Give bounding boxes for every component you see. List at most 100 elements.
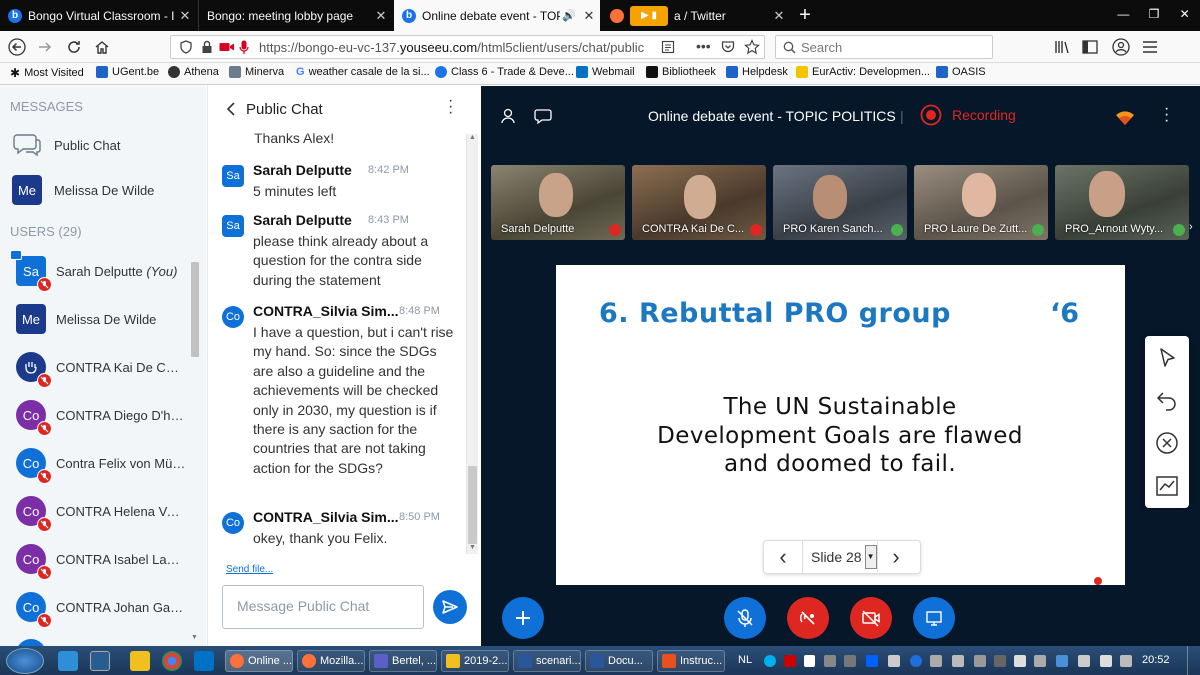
sidebar-toggle-icon[interactable] bbox=[1082, 40, 1098, 54]
dropbox-icon[interactable] bbox=[866, 655, 878, 667]
chat-title[interactable]: Public Chat bbox=[246, 101, 323, 118]
back-arrow-icon[interactable] bbox=[8, 38, 26, 56]
network-icon[interactable] bbox=[1078, 655, 1090, 667]
browser-tab[interactable]: Bongo: meeting lobby page ✕ bbox=[198, 0, 392, 31]
bookmark-most-visited[interactable]: ✱ Most Visited bbox=[10, 66, 84, 80]
bookmark-euractiv[interactable]: EurActiv: Developmen... bbox=[796, 66, 930, 78]
microphone-permission-icon[interactable] bbox=[239, 40, 249, 54]
taskbar-button-teams[interactable]: Bertel, ... bbox=[369, 650, 437, 672]
media-player-icon[interactable] bbox=[90, 651, 110, 671]
reader-view-icon[interactable] bbox=[661, 40, 675, 54]
undo-icon[interactable] bbox=[1155, 388, 1179, 412]
bookmark-athena[interactable]: Athena bbox=[168, 66, 219, 78]
taskbar-button-mozilla[interactable]: Mozilla... bbox=[297, 650, 365, 672]
unmute-button[interactable] bbox=[724, 597, 766, 639]
bookmark-bibliotheek[interactable]: Bibliotheek bbox=[646, 66, 716, 78]
new-tab-button[interactable]: + bbox=[794, 4, 816, 26]
user-list-item[interactable]: Co CONTRA Johan Garfi... bbox=[16, 592, 186, 628]
tray-app-icon[interactable] bbox=[1056, 655, 1068, 667]
bookmark-minerva[interactable]: Minerva bbox=[229, 66, 284, 78]
tray-app-icon[interactable] bbox=[888, 655, 900, 667]
webcam-tile[interactable]: PRO_Arnout Wyty... bbox=[1055, 165, 1189, 240]
user-list-item[interactable]: Co CONTRA Diego D'ho... bbox=[16, 400, 186, 436]
tray-app-icon[interactable] bbox=[1034, 655, 1046, 667]
hamburger-menu-icon[interactable] bbox=[1142, 40, 1158, 54]
user-list-item[interactable]: Co CONTRA Helena Verl... bbox=[16, 496, 186, 532]
chat-toggle-icon[interactable] bbox=[534, 108, 552, 124]
chat-message-input[interactable]: Message Public Chat bbox=[222, 585, 424, 629]
lock-icon[interactable] bbox=[201, 40, 213, 54]
user-list-item[interactable]: Me Melissa De Wilde bbox=[16, 304, 186, 334]
reload-icon[interactable] bbox=[66, 39, 82, 55]
speaker-icon[interactable]: 🔊 bbox=[562, 9, 576, 22]
tray-app-icon[interactable] bbox=[930, 655, 942, 667]
close-window-button[interactable]: ✕ bbox=[1169, 0, 1200, 31]
webcam-tile[interactable]: PRO Laure De Zutt... bbox=[914, 165, 1048, 240]
chevron-left-icon[interactable] bbox=[226, 102, 236, 116]
battery-icon[interactable] bbox=[1120, 655, 1132, 667]
chat-options-icon[interactable]: · · · bbox=[448, 93, 453, 121]
tray-app-icon[interactable] bbox=[844, 655, 856, 667]
browser-tab-active[interactable]: b Online debate event - TOPIC 🔊 ✕ bbox=[394, 0, 600, 31]
maximize-button[interactable]: ❐ bbox=[1139, 0, 1170, 31]
actions-button[interactable] bbox=[502, 597, 544, 639]
chat-scrollbar[interactable]: ▲ ▼ bbox=[466, 134, 478, 554]
send-message-button[interactable] bbox=[433, 590, 467, 624]
tray-app-icon[interactable] bbox=[952, 655, 964, 667]
url-bar[interactable]: https://bongo-eu-vc-137.youseeu.com/html… bbox=[170, 35, 765, 59]
chrome-icon[interactable] bbox=[162, 651, 182, 671]
scroll-down-icon[interactable]: ▼ bbox=[467, 544, 478, 551]
shield-icon[interactable] bbox=[179, 40, 193, 54]
clock[interactable]: 20:52 bbox=[1142, 654, 1170, 666]
user-list-item[interactable]: Co Contra Felix von Mül... bbox=[16, 448, 186, 484]
pocket-icon[interactable] bbox=[721, 40, 735, 54]
chevron-down-icon[interactable]: ▼ bbox=[864, 545, 877, 569]
minimize-button[interactable]: — bbox=[1108, 0, 1139, 31]
camera-permission-icon[interactable] bbox=[219, 41, 235, 53]
library-icon[interactable] bbox=[1054, 40, 1070, 54]
bluetooth-icon[interactable] bbox=[910, 655, 922, 667]
share-webcam-button[interactable] bbox=[850, 597, 892, 639]
tray-app-icon[interactable] bbox=[804, 655, 815, 667]
bookmark-ugent[interactable]: UGent.be bbox=[96, 66, 159, 78]
scrollbar-thumb[interactable] bbox=[191, 262, 199, 357]
taskbar-button-firefox[interactable]: Online ... bbox=[225, 650, 293, 672]
clear-annotations-icon[interactable] bbox=[1155, 431, 1179, 455]
camera-mic-sharing-icon[interactable]: ▶ ▮ bbox=[630, 5, 668, 26]
pointer-tool-icon[interactable] bbox=[1155, 346, 1179, 370]
more-actions-icon[interactable]: ••• bbox=[696, 38, 711, 54]
tray-app-icon[interactable] bbox=[1014, 655, 1026, 667]
bookmark-helpdesk[interactable]: Helpdesk bbox=[726, 66, 788, 78]
browser-tab[interactable]: b Bongo Virtual Classroom - Inte ✕ bbox=[0, 0, 196, 31]
bookmark-webmail[interactable]: Webmail bbox=[576, 66, 635, 78]
start-button[interactable] bbox=[6, 648, 44, 674]
close-icon[interactable]: ✕ bbox=[370, 8, 392, 24]
outlook-icon[interactable] bbox=[194, 651, 214, 671]
close-icon[interactable]: ✕ bbox=[768, 8, 790, 24]
whiteboard-icon[interactable] bbox=[1155, 474, 1179, 498]
taskbar-button-folder[interactable]: 2019-2... bbox=[441, 650, 509, 672]
user-list-item[interactable]: Co CONTRA Isabel Ladr... bbox=[16, 544, 186, 580]
options-menu-icon[interactable]: · · · bbox=[1164, 101, 1169, 129]
account-icon[interactable] bbox=[1112, 38, 1130, 56]
search-input[interactable]: Search bbox=[775, 35, 993, 59]
user-list-item[interactable]: CONTRA Kai De Cock bbox=[16, 352, 186, 388]
leave-audio-button[interactable] bbox=[787, 597, 829, 639]
bookmark-star-icon[interactable] bbox=[744, 39, 760, 55]
bookmark-weather[interactable]: Gweather casale de la si... bbox=[296, 66, 430, 78]
previous-slide-button[interactable]: ‹ bbox=[764, 542, 802, 572]
volume-icon[interactable] bbox=[1100, 655, 1112, 667]
slide-select[interactable]: Slide 28 bbox=[802, 540, 862, 574]
recording-indicator[interactable]: Recording bbox=[920, 104, 1016, 126]
close-icon[interactable]: ✕ bbox=[578, 8, 600, 24]
close-icon[interactable]: ✕ bbox=[174, 8, 196, 24]
share-screen-button[interactable] bbox=[913, 597, 955, 639]
scroll-down-icon[interactable]: ▼ bbox=[191, 634, 198, 641]
user-list-item[interactable]: Sa Sarah Delputte (You) bbox=[10, 250, 186, 292]
tray-app-icon[interactable] bbox=[824, 655, 836, 667]
scroll-up-icon[interactable]: ▲ bbox=[467, 134, 478, 141]
chevron-right-icon[interactable]: › bbox=[1189, 221, 1193, 233]
tray-app-icon[interactable] bbox=[974, 655, 986, 667]
bookmark-oasis[interactable]: OASIS bbox=[936, 66, 986, 78]
taskbar-button-word[interactable]: Docu... bbox=[585, 650, 653, 672]
